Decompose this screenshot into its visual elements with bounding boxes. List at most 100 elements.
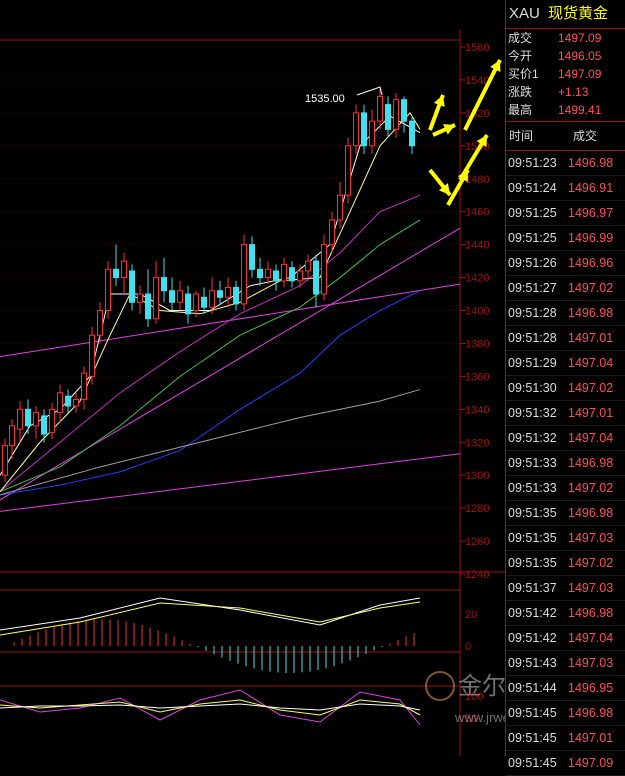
signal-line <box>0 601 421 636</box>
candle-body <box>353 112 359 147</box>
tick-price: 1497.03 <box>568 656 614 670</box>
candle-body <box>113 268 119 279</box>
tick-row[interactable]: 09:51:35 1497.03 <box>506 526 625 551</box>
tick-time: 09:51:35 <box>508 556 557 570</box>
candle-body <box>25 408 31 427</box>
tick-price: 1497.02 <box>568 281 614 295</box>
candle-body <box>265 268 271 279</box>
tick-price: 1497.09 <box>568 756 614 770</box>
tick-row[interactable]: 09:51:37 1497.03 <box>506 576 625 601</box>
chart-canvas[interactable]: 1560154015201500148014601440142014001380… <box>0 0 505 756</box>
candle-body <box>217 290 223 298</box>
candle-body <box>233 286 239 305</box>
quote-label: 最高 <box>508 103 533 117</box>
tick-row[interactable]: 09:51:32 1497.01 <box>506 401 625 426</box>
quote-row: 涨跌 +1.13 <box>506 83 625 101</box>
quote-value: 1499.41 <box>558 103 602 117</box>
ticks-header: 时间 成交 <box>506 122 625 151</box>
quote-summary: 成交 1497.09 今开 1496.05 买价1 1497.09 涨跌 +1.13 最高 149… <box>506 29 625 119</box>
price-tick-label: 1560 <box>465 42 489 54</box>
price-tick-label: 1460 <box>465 207 489 219</box>
tick-row[interactable]: 09:51:32 1497.04 <box>506 426 625 451</box>
candle-body <box>385 104 391 130</box>
candle-body <box>129 270 135 303</box>
ticks-list[interactable]: 09:51:23 1496.98 09:51:24 1496.91 09:51:25 14… <box>506 151 625 776</box>
price-tick-label: 1280 <box>465 503 489 515</box>
candle-body <box>105 268 111 311</box>
candle-body <box>289 267 295 282</box>
candle-body <box>241 244 247 305</box>
tick-price: 1497.03 <box>568 581 614 595</box>
tick-row[interactable]: 09:51:42 1497.04 <box>506 626 625 651</box>
tick-time: 09:51:42 <box>508 606 557 620</box>
price-tick-label: 1360 <box>465 371 489 383</box>
price-tick-label: 1320 <box>465 437 489 449</box>
tick-price: 1496.98 <box>568 606 614 620</box>
price-tick-label: 1440 <box>465 240 489 252</box>
tick-time: 09:51:44 <box>508 681 557 695</box>
kdj-line <box>0 689 421 726</box>
tick-row[interactable]: 09:51:33 1497.02 <box>506 476 625 501</box>
quote-row: 今开 1496.05 <box>506 47 625 65</box>
tick-row[interactable]: 09:51:24 1496.91 <box>506 176 625 201</box>
tick-row[interactable]: 09:51:35 1496.98 <box>506 501 625 526</box>
candle-body <box>49 408 55 433</box>
tick-row[interactable]: 09:51:44 1496.95 <box>506 676 625 701</box>
tick-row[interactable]: 09:51:45 1497.09 <box>506 751 625 776</box>
candlestick-chart-area[interactable]: 1560 1540 1520 1500 1480 1460 1440 1420 1400 1380… <box>0 0 505 756</box>
tick-row[interactable]: 09:51:26 1496.96 <box>506 251 625 276</box>
tick-row[interactable]: 09:51:33 1496.98 <box>506 451 625 476</box>
candle-body <box>201 296 207 308</box>
quote-value: 1497.09 <box>558 31 602 45</box>
tick-time: 09:51:30 <box>508 381 557 395</box>
quote-label: 成交 <box>508 31 533 45</box>
tick-price: 1496.98 <box>568 506 614 520</box>
candle-body <box>193 293 199 311</box>
candle-body <box>257 268 263 279</box>
tick-row[interactable]: 09:51:43 1497.03 <box>506 651 625 676</box>
tick-row[interactable]: 09:51:28 1496.98 <box>506 301 625 326</box>
tick-row[interactable]: 09:51:25 1496.99 <box>506 226 625 251</box>
tick-time: 09:51:45 <box>508 731 557 745</box>
tick-time: 09:51:32 <box>508 406 557 420</box>
tick-time: 09:51:26 <box>508 256 557 270</box>
candle-body <box>145 293 151 320</box>
quote-panel: XAU 现货黄金 成交 1497.09 今开 1496.05 买价1 1497.09 涨跌 +… <box>505 0 625 776</box>
tick-time: 09:51:25 <box>508 231 557 245</box>
tick-time: 09:51:35 <box>508 531 557 545</box>
watermark-brand: 金尔惕 <box>458 672 505 700</box>
tick-row[interactable]: 09:51:29 1497.04 <box>506 351 625 376</box>
quote-row: 最高 1499.41 <box>506 101 625 119</box>
tick-row[interactable]: 09:51:42 1496.98 <box>506 601 625 626</box>
candle-body <box>393 99 399 130</box>
tick-row[interactable]: 09:51:45 1496.98 <box>506 701 625 726</box>
candle-body <box>225 286 231 298</box>
quote-row: 成交 1497.09 <box>506 29 625 47</box>
tick-row[interactable]: 09:51:25 1496.97 <box>506 201 625 226</box>
candle-body <box>209 290 215 308</box>
tick-row[interactable]: 09:51:30 1497.02 <box>506 376 625 401</box>
ticks-time-header: 时间 <box>509 129 534 143</box>
tick-time: 09:51:43 <box>508 656 557 670</box>
tick-time: 09:51:28 <box>508 331 557 345</box>
tick-row[interactable]: 09:51:35 1497.02 <box>506 551 625 576</box>
tick-price: 1497.04 <box>568 631 614 645</box>
tick-time: 09:51:23 <box>508 156 557 170</box>
candle-body <box>33 412 39 427</box>
trend-line <box>0 227 461 501</box>
tick-row[interactable]: 09:51:27 1497.02 <box>506 276 625 301</box>
high-marker-line <box>356 86 383 96</box>
candle-body <box>313 260 319 295</box>
tick-row[interactable]: 09:51:23 1496.98 <box>506 151 625 176</box>
tick-row[interactable]: 09:51:28 1497.01 <box>506 326 625 351</box>
tick-time: 09:51:32 <box>508 431 557 445</box>
candle-body <box>153 277 159 320</box>
candle-body <box>97 310 103 336</box>
candle-body <box>161 277 167 292</box>
candle-body <box>273 270 279 282</box>
candle-body <box>409 120 415 147</box>
price-tick-label: 1260 <box>465 536 489 548</box>
tick-row[interactable]: 09:51:45 1497.01 <box>506 726 625 751</box>
ticks-price-header: 成交 <box>573 129 598 143</box>
candle-body <box>281 263 287 282</box>
